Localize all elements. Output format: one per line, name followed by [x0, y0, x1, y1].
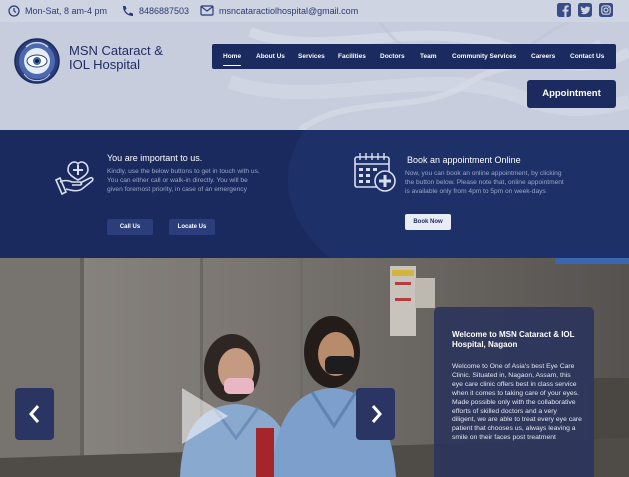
calendar-plus-icon [354, 153, 396, 192]
hours-text: Mon-Sat, 8 am-4 pm [25, 5, 108, 16]
nav-doctors[interactable]: Doctors [380, 44, 405, 69]
top-info-bar: Mon-Sat, 8 am-4 pm 8486887503 msncatarac… [0, 0, 629, 22]
brand-line-2: IOL Hospital [69, 57, 141, 72]
nav-services[interactable]: Services [298, 44, 325, 69]
twitter-icon[interactable] [578, 3, 592, 17]
header-background-swirl [227, 22, 629, 130]
play-icon[interactable] [178, 386, 230, 446]
site-header: MSN Cataract & IOL Hospital Home About U… [0, 22, 629, 130]
phone-text[interactable]: 8486887503 [139, 6, 189, 16]
book-now-button[interactable]: Book Now [405, 214, 451, 230]
nav-contact-us[interactable]: Contact Us [570, 44, 604, 69]
hand-care-icon [54, 161, 94, 196]
welcome-title: Welcome to MSN Cataract & IOL Hospital, … [452, 330, 575, 349]
important-text: Kindly, use the below buttons to get in … [107, 168, 260, 193]
brand-line-1: MSN Cataract & [69, 43, 163, 58]
main-navigation: Home About Us Services Facilities Doctor… [212, 44, 616, 69]
chevron-right-icon [371, 405, 382, 423]
nav-about-us[interactable]: About Us [256, 44, 285, 69]
hours-info: Mon-Sat, 8 am-4 pm [8, 4, 107, 17]
locate-us-button[interactable]: Locate Us [169, 219, 215, 235]
appointment-button[interactable]: Appointment [527, 80, 616, 108]
welcome-body: Welcome to One of Asia's best Eye Care C… [452, 363, 582, 442]
nav-team[interactable]: Team [420, 44, 437, 69]
book-online-title: Book an appointment Online [407, 155, 521, 165]
slider-prev-button[interactable] [15, 388, 54, 440]
brand-name[interactable]: MSN Cataract & IOL Hospital [69, 44, 163, 72]
nav-home[interactable]: Home [223, 44, 242, 69]
phone-icon [123, 5, 133, 16]
instagram-icon[interactable] [599, 3, 613, 17]
email-text[interactable]: msncataractiolhospital@gmail.com [219, 6, 358, 16]
nav-facilities[interactable]: Facilities [338, 44, 366, 69]
info-band: You are important to us. Kindly, use the… [0, 130, 629, 258]
clock-icon [8, 4, 20, 17]
chevron-left-icon [28, 405, 39, 423]
nav-careers[interactable]: Careers [531, 44, 555, 69]
call-us-button[interactable]: Call Us [107, 219, 153, 235]
mail-icon [200, 5, 214, 16]
book-online-text: Now, you can book an online appointment,… [405, 170, 564, 195]
email-info[interactable]: msncataractiolhospital@gmail.com [200, 4, 358, 17]
slider-next-button[interactable] [356, 388, 395, 440]
facebook-icon[interactable] [557, 3, 571, 17]
hospital-logo[interactable] [14, 38, 60, 84]
hero-slider: Welcome to MSN Cataract & IOL Hospital, … [0, 258, 629, 477]
important-title: You are important to us. [107, 153, 203, 163]
nav-community-services[interactable]: Community Services [452, 44, 516, 69]
welcome-card: Welcome to MSN Cataract & IOL Hospital, … [434, 307, 594, 477]
phone-info[interactable]: 8486887503 [121, 4, 189, 17]
